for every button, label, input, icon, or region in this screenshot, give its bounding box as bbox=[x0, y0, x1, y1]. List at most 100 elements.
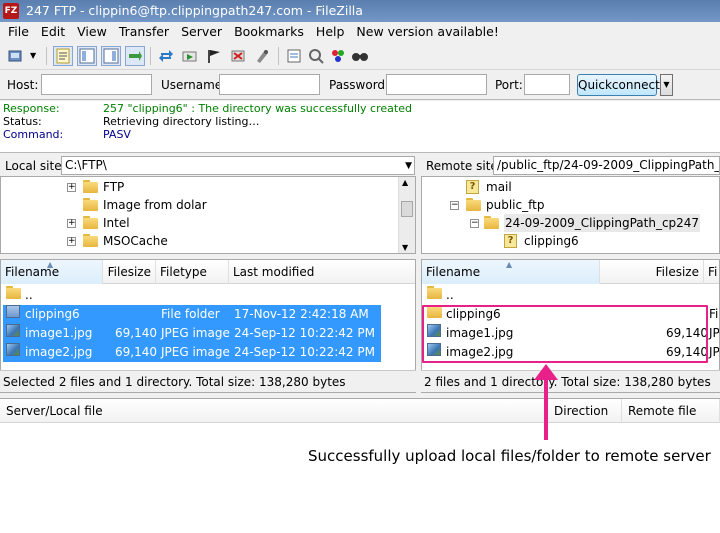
file-modified: 17-Nov-12 2:42:18 AM bbox=[234, 307, 369, 321]
expand-icon[interactable]: + bbox=[67, 219, 76, 228]
tree-item[interactable]: + FTP bbox=[65, 178, 385, 196]
compare-icon[interactable] bbox=[306, 46, 326, 66]
scroll-down-icon[interactable]: ▼ bbox=[402, 243, 408, 252]
remote-path-combobox[interactable]: /public_ftp/24-09-2009_ClippingPath_cp24… bbox=[493, 156, 720, 175]
quickconnect-button[interactable]: Quickconnect bbox=[577, 74, 660, 96]
menu-view[interactable]: View bbox=[71, 22, 113, 42]
column-header-last-modified[interactable]: Last modified bbox=[229, 260, 415, 284]
message-log: Response: 257 "clipping6" : The director… bbox=[0, 101, 720, 153]
quickconnect-bar: Host: Username: Password: Port: Quickcon… bbox=[0, 70, 720, 100]
scroll-up-icon[interactable]: ▲ bbox=[402, 178, 408, 187]
folder-icon bbox=[83, 198, 99, 211]
folder-up-icon bbox=[427, 286, 443, 299]
cancel-icon[interactable] bbox=[204, 46, 224, 66]
reconnect-icon[interactable] bbox=[252, 46, 272, 66]
file-name: .. bbox=[446, 288, 454, 302]
file-type: JP bbox=[709, 326, 720, 340]
column-header-server-local-file[interactable]: Server/Local file bbox=[0, 399, 548, 423]
tree-item[interactable]: ? clipping6 bbox=[422, 232, 712, 250]
filezilla-app-icon[interactable]: FZ bbox=[3, 3, 19, 19]
chevron-down-icon[interactable]: ▼ bbox=[405, 158, 412, 174]
tree-item-label: public_ftp bbox=[486, 198, 545, 212]
tree-item[interactable]: ? mail bbox=[422, 178, 712, 196]
toggle-log-icon[interactable] bbox=[53, 46, 73, 66]
list-item[interactable]: .. bbox=[424, 286, 714, 305]
window-title: 247 FTP - clippin6@ftp.clippingpath247.c… bbox=[26, 3, 363, 18]
unknown-folder-icon: ? bbox=[466, 180, 479, 194]
menu-new-version[interactable]: New version available! bbox=[350, 22, 504, 42]
local-status-bar: Selected 2 files and 1 directory. Total … bbox=[0, 370, 416, 392]
column-header-remote-file[interactable]: Remote file bbox=[622, 399, 720, 423]
menu-bookmarks[interactable]: Bookmarks bbox=[228, 22, 310, 42]
menu-transfer[interactable]: Transfer bbox=[113, 22, 175, 42]
disconnect-icon[interactable] bbox=[228, 46, 248, 66]
sort-ascending-icon: ▲ bbox=[47, 260, 54, 269]
expand-icon[interactable]: + bbox=[67, 183, 76, 192]
list-item[interactable]: clipping6 File folder 17-Nov-12 2:42:18 … bbox=[3, 305, 381, 324]
remote-path-text: /public_ftp/24-09-2009_ClippingPath_cp24… bbox=[497, 158, 720, 172]
site-manager-icon[interactable] bbox=[6, 46, 26, 66]
file-name: clipping6 bbox=[25, 307, 80, 321]
password-input[interactable] bbox=[386, 74, 487, 95]
column-header-filename[interactable]: ▲ Filename bbox=[1, 260, 103, 284]
column-header-filetype[interactable]: Fi bbox=[704, 260, 719, 284]
sync-browse-icon[interactable] bbox=[328, 46, 348, 66]
local-tree-scrollbar[interactable]: ▲ ▼ bbox=[398, 177, 415, 253]
annotation-caption: Successfully upload local files/folder t… bbox=[308, 447, 711, 465]
tree-item[interactable]: − public_ftp bbox=[422, 196, 712, 214]
quickconnect-dropdown-icon[interactable]: ▼ bbox=[660, 74, 673, 96]
site-manager-dropdown-icon[interactable]: ▼ bbox=[30, 51, 36, 60]
column-header-filesize[interactable]: Filesize bbox=[103, 260, 156, 284]
column-header-filetype[interactable]: Filetype bbox=[156, 260, 229, 284]
column-header-direction[interactable]: Direction bbox=[548, 399, 622, 423]
expand-icon[interactable]: + bbox=[67, 237, 76, 246]
file-name: image1.jpg bbox=[25, 326, 93, 340]
local-directory-tree: + FTP Image from dolar + Intel + MSOCach… bbox=[0, 176, 416, 254]
directory-listing-filter-icon[interactable] bbox=[284, 46, 304, 66]
column-header-filename[interactable]: ▲ Filename bbox=[422, 260, 600, 284]
window-title-bar: 247 FTP - clippin6@ftp.clippingpath247.c… bbox=[0, 0, 720, 22]
list-item[interactable]: image2.jpg 69,140 JPEG image 24-Sep-12 1… bbox=[3, 343, 381, 362]
username-input[interactable] bbox=[219, 74, 320, 95]
tree-item[interactable]: + MSOCache bbox=[65, 232, 385, 250]
folder-icon bbox=[83, 216, 99, 229]
image-file-icon bbox=[6, 324, 20, 337]
tree-item-label: Intel bbox=[103, 216, 130, 230]
menu-file[interactable]: File bbox=[2, 22, 35, 42]
log-message: Retrieving directory listing… bbox=[103, 115, 260, 128]
menu-edit[interactable]: Edit bbox=[35, 22, 71, 42]
refresh-icon[interactable] bbox=[156, 46, 176, 66]
scroll-thumb[interactable] bbox=[401, 201, 413, 217]
toggle-local-tree-icon[interactable] bbox=[77, 46, 97, 66]
tree-item[interactable]: − 24-09-2009_ClippingPath_cp247 bbox=[422, 214, 712, 232]
host-input[interactable] bbox=[41, 74, 152, 95]
log-message: 257 "clipping6" : The directory was succ… bbox=[103, 102, 412, 115]
log-type: Command: bbox=[3, 128, 64, 141]
collapse-icon[interactable]: − bbox=[450, 201, 459, 210]
column-header-filesize[interactable]: Filesize bbox=[600, 260, 704, 284]
tree-item-label: Image from dolar bbox=[103, 198, 207, 212]
file-modified: 24-Sep-12 10:22:42 PM bbox=[234, 326, 375, 340]
list-item[interactable]: .. bbox=[3, 286, 403, 305]
folder-icon bbox=[484, 216, 500, 229]
local-site-label: Local site: bbox=[5, 159, 66, 173]
collapse-icon[interactable]: − bbox=[470, 219, 479, 228]
process-queue-icon[interactable] bbox=[180, 46, 200, 66]
list-item[interactable]: image1.jpg 69,140 JPEG image 24-Sep-12 1… bbox=[3, 324, 381, 343]
port-input[interactable] bbox=[524, 74, 570, 95]
folder-icon bbox=[466, 198, 482, 211]
file-name: .. bbox=[25, 288, 33, 302]
tree-item[interactable]: Image from dolar bbox=[65, 196, 385, 214]
file-size: 69,140 bbox=[115, 345, 157, 359]
menu-help[interactable]: Help bbox=[310, 22, 351, 42]
file-type: File folder bbox=[161, 307, 220, 321]
toggle-queue-icon[interactable] bbox=[125, 46, 145, 66]
tree-item[interactable]: + Intel bbox=[65, 214, 385, 232]
toggle-remote-tree-icon[interactable] bbox=[101, 46, 121, 66]
remote-site-label: Remote site: bbox=[426, 159, 502, 173]
local-path-combobox[interactable]: C:\FTP\ ▼ bbox=[61, 156, 415, 175]
menu-server[interactable]: Server bbox=[175, 22, 228, 42]
local-site-bar: Local site: C:\FTP\ ▼ bbox=[0, 156, 416, 176]
folder-icon bbox=[6, 305, 20, 318]
search-icon[interactable] bbox=[350, 46, 370, 66]
